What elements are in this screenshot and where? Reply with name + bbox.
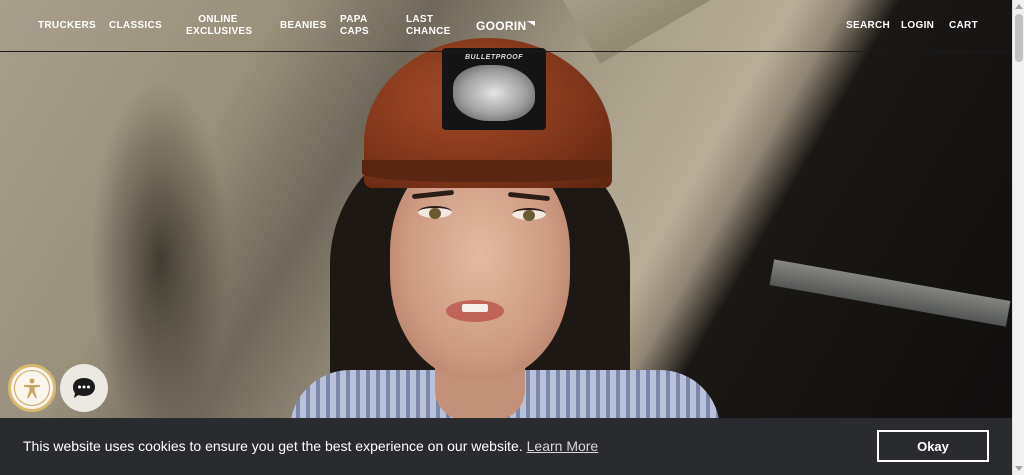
nav-online-exclusives[interactable]: ONLINE EXCLUSIVES	[186, 14, 252, 38]
model-mouth	[446, 300, 504, 322]
accessibility-button[interactable]	[8, 364, 56, 412]
patch-text: BULLETPROOF	[465, 54, 523, 61]
learn-more-link[interactable]: Learn More	[527, 438, 599, 454]
cap-patch: BULLETPROOF	[442, 48, 546, 130]
nav-last-chance[interactable]: LAST CHANCE	[406, 14, 450, 38]
scroll-up-arrow-icon[interactable]	[1015, 4, 1023, 9]
scroll-thumb[interactable]	[1015, 14, 1023, 62]
nav-login[interactable]: LOGIN	[901, 20, 934, 32]
logo-text: GOORIN	[476, 19, 527, 33]
accessibility-person-icon	[14, 370, 50, 406]
cookie-message: This website uses cookies to ensure you …	[23, 438, 598, 454]
scroll-down-arrow-icon[interactable]	[1015, 466, 1023, 471]
logo-flag-icon	[527, 21, 536, 26]
nav-papa-caps[interactable]: PAPA CAPS	[340, 14, 369, 38]
model-eye-right	[512, 208, 546, 221]
chat-bubble-icon	[73, 378, 95, 398]
page-scrollbar[interactable]	[1012, 0, 1024, 475]
nav-classics[interactable]: CLASSICS	[109, 20, 162, 32]
nav-search[interactable]: SEARCH	[846, 20, 890, 32]
top-navigation: TRUCKERS CLASSICS ONLINE EXCLUSIVES BEAN…	[0, 0, 1012, 52]
nav-beanies[interactable]: BEANIES	[280, 20, 327, 32]
cap-brim	[362, 160, 612, 182]
nav-truckers[interactable]: TRUCKERS	[38, 20, 96, 32]
goorin-logo[interactable]: GOORIN	[476, 19, 536, 33]
okay-button[interactable]: Okay	[877, 430, 989, 462]
hero-shadow	[90, 80, 230, 440]
hero-image: BULLETPROOF	[0, 0, 1012, 475]
nav-cart[interactable]: CART	[949, 20, 978, 32]
cookie-text: This website uses cookies to ensure you …	[23, 438, 523, 454]
model-eye-left	[418, 206, 452, 219]
chat-button[interactable]	[60, 364, 108, 412]
hero-rail	[769, 259, 1011, 327]
rhino-patch-art	[453, 65, 535, 121]
cookie-consent-bar: This website uses cookies to ensure you …	[0, 418, 1012, 475]
